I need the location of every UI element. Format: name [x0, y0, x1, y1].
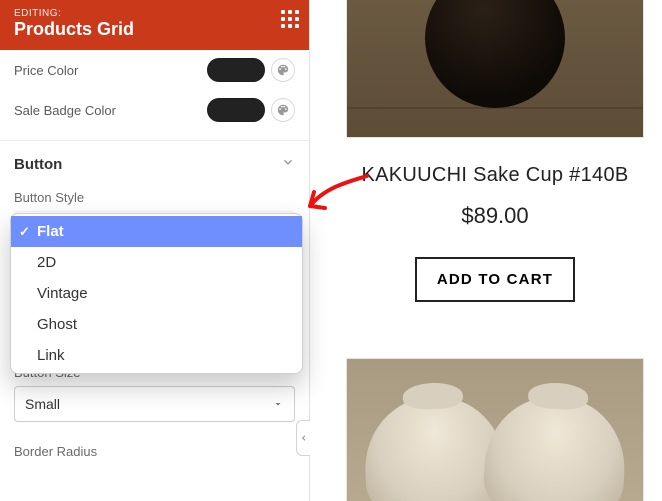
button-size-select[interactable]: Small: [14, 386, 295, 422]
add-to-cart-button[interactable]: ADD TO CART: [415, 257, 575, 302]
button-style-field: Button Style Flat Flat 2D Vintage Ghost …: [0, 184, 309, 247]
palette-icon: [276, 103, 290, 117]
product-image-content: [425, 0, 565, 108]
dropdown-option-ghost[interactable]: Ghost: [11, 309, 302, 340]
panel-title: Products Grid: [14, 19, 295, 40]
button-size-selected-value: Small: [25, 396, 60, 412]
border-radius-label: Border Radius: [14, 444, 295, 459]
editing-label: EDITING:: [14, 8, 295, 19]
chevron-down-icon: [281, 155, 295, 174]
product-title: KAKUUCHI Sake Cup #140B: [346, 164, 644, 187]
caret-down-icon: [272, 398, 284, 410]
price-color-swatch[interactable]: [207, 58, 265, 82]
button-section-header[interactable]: Button: [0, 141, 309, 184]
sale-badge-color-row: Sale Badge Color: [0, 90, 309, 130]
price-color-row: Price Color: [0, 50, 309, 90]
panel-body: Price Color Sale Badge Color: [0, 50, 309, 501]
sale-badge-color-label: Sale Badge Color: [14, 103, 116, 118]
palette-icon: [276, 63, 290, 77]
product-price: $89.00: [346, 203, 644, 229]
app-root: EDITING: Products Grid Price Color Sale …: [0, 0, 662, 501]
sale-badge-color-picker-button[interactable]: [271, 98, 295, 122]
dropdown-option-2d[interactable]: 2D: [11, 247, 302, 278]
price-color-controls: [207, 58, 295, 82]
button-style-dropdown: Flat 2D Vintage Ghost Link: [10, 213, 303, 374]
collapse-sidebar-button[interactable]: [296, 420, 310, 456]
product-image: [346, 0, 644, 138]
sale-badge-color-swatch[interactable]: [207, 98, 265, 122]
button-section-title: Button: [14, 156, 62, 173]
price-color-picker-button[interactable]: [271, 58, 295, 82]
dropdown-option-link[interactable]: Link: [11, 340, 302, 371]
drag-handle-icon[interactable]: [281, 10, 299, 28]
dropdown-option-flat[interactable]: Flat: [11, 216, 302, 247]
editor-sidebar: EDITING: Products Grid Price Color Sale …: [0, 0, 310, 501]
live-preview: KAKUUCHI Sake Cup #140B $89.00 ADD TO CA…: [310, 0, 662, 501]
chevron-left-icon: [300, 433, 308, 443]
button-style-label: Button Style: [14, 190, 295, 205]
sale-badge-color-controls: [207, 98, 295, 122]
price-color-label: Price Color: [14, 63, 78, 78]
dropdown-option-vintage[interactable]: Vintage: [11, 278, 302, 309]
sidebar-header: EDITING: Products Grid: [0, 0, 309, 50]
product-image-2: [346, 358, 644, 501]
